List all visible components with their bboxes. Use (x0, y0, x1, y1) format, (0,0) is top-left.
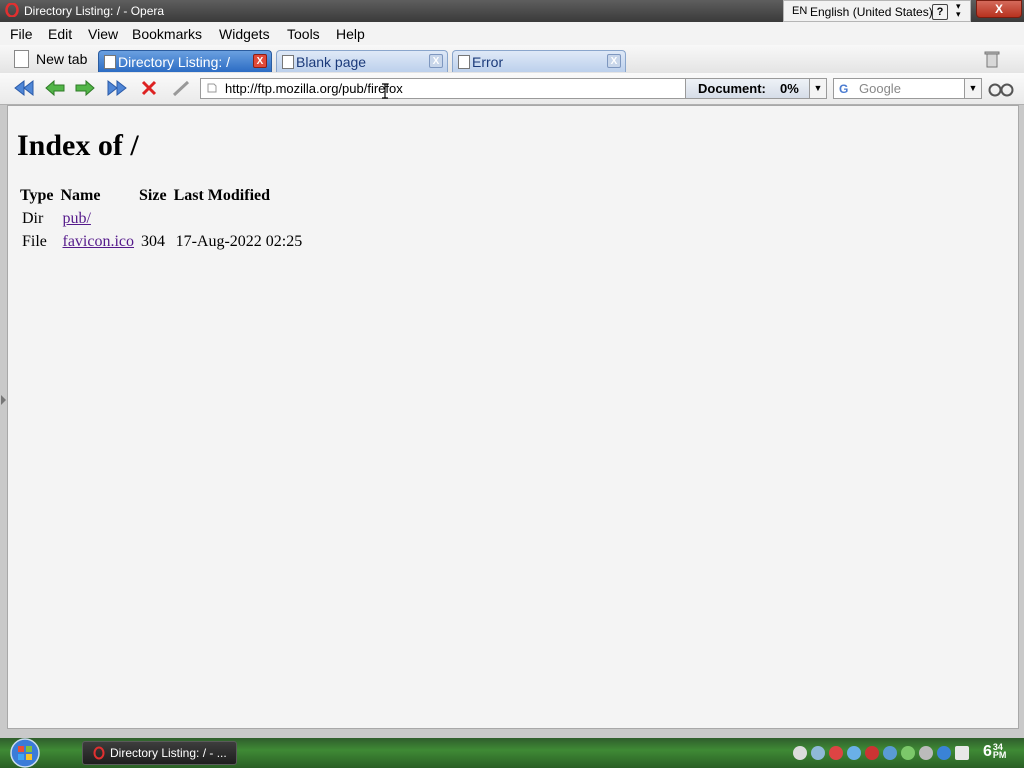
fast-forward-icon[interactable] (106, 78, 128, 98)
column-header-name: Name (60, 186, 101, 204)
page-icon (207, 83, 217, 93)
taskbar-item-label: Directory Listing: / - ... (110, 746, 227, 760)
language-code: EN (792, 5, 808, 17)
progress-dropdown-icon[interactable]: ▼ (809, 79, 826, 98)
menu-file[interactable]: File (10, 26, 33, 42)
row-name-link[interactable]: pub/ (62, 210, 90, 227)
tray-update-icon[interactable] (901, 746, 915, 760)
language-help-button[interactable]: ? (932, 4, 948, 20)
menu-tools[interactable]: Tools (287, 26, 320, 42)
new-tab-label: New tab (36, 51, 88, 67)
document-icon (282, 55, 294, 69)
tab-close-icon[interactable]: X (253, 54, 267, 68)
google-icon: G (839, 82, 849, 96)
search-placeholder: Google (859, 81, 901, 96)
column-header-last-modified: Last Modified (173, 186, 271, 204)
opera-logo-icon (5, 3, 19, 17)
search-field[interactable]: G Google ▼ (833, 78, 982, 99)
tray-network-icon[interactable] (847, 746, 861, 760)
tab-blank-page[interactable]: Blank page X (276, 50, 448, 72)
menu-widgets[interactable]: Widgets (219, 26, 270, 42)
tab-bar: New tab Directory Listing: / X Blank pag… (0, 45, 1024, 74)
tray-notification-icon[interactable] (955, 746, 969, 760)
tray-settings-icon[interactable] (811, 746, 825, 760)
row-modified: 17-Aug-2022 02:25 (175, 232, 303, 250)
row-modified (174, 207, 305, 230)
start-button[interactable] (3, 738, 47, 768)
menu-edit[interactable]: Edit (48, 26, 72, 42)
tray-app-icon[interactable] (793, 746, 807, 760)
taskbar-clock[interactable]: 634 PM (983, 743, 1006, 761)
trash-icon[interactable] (984, 50, 1000, 68)
title-bar: Directory Listing: / - Opera EN English … (0, 0, 1024, 22)
column-header-type: Type (20, 186, 54, 204)
table-row: File favicon.ico 304 17-Aug-2022 02:25 (20, 230, 304, 253)
new-page-icon (14, 50, 29, 68)
row-type: File (22, 232, 47, 250)
search-engine-dropdown-icon[interactable]: ▼ (964, 79, 981, 98)
forward-icon[interactable] (74, 78, 96, 98)
progress-value: 0% (780, 81, 799, 96)
tab-label: Error (472, 54, 504, 70)
clock-hour: 6 (983, 743, 992, 760)
table-header-row: Type Name Size Last Modified (20, 184, 304, 207)
document-progress: Document: 0% ▼ (685, 78, 827, 99)
address-url[interactable]: http://ftp.mozilla.org/pub/firefox (225, 81, 403, 96)
window-close-button[interactable]: X (976, 0, 1022, 18)
language-bar[interactable]: EN English (United States) ? ▾ ▾ (783, 0, 971, 22)
tab-close-icon[interactable]: X (607, 54, 621, 68)
text-cursor-icon (382, 83, 388, 99)
tab-close-icon[interactable]: X (429, 54, 443, 68)
tray-antivirus-icon[interactable] (865, 746, 879, 760)
row-type: Dir (22, 209, 44, 227)
row-size (139, 207, 171, 230)
progress-label: Document: (698, 81, 766, 96)
directory-listing-table: Type Name Size Last Modified Dir pub/ Fi… (17, 184, 307, 253)
tray-download-icon[interactable] (937, 746, 951, 760)
tab-error[interactable]: Error X (452, 50, 626, 72)
page-content: Index of / Type Name Size Last Modified … (7, 105, 1019, 729)
stop-icon[interactable] (138, 78, 160, 98)
panel-toggle-icon[interactable] (1, 395, 6, 405)
document-icon (104, 55, 116, 69)
glasses-icon[interactable] (988, 81, 1014, 97)
tray-display-icon[interactable] (919, 746, 933, 760)
row-size: 304 (141, 232, 166, 250)
address-bar[interactable]: http://ftp.mozilla.org/pub/firefox (200, 78, 686, 99)
tab-label: Directory Listing: / (118, 54, 231, 70)
back-icon[interactable] (44, 78, 66, 98)
menu-bar: File Edit View Bookmarks Widgets Tools H… (0, 22, 1024, 46)
clock-ampm: PM (992, 750, 1007, 760)
menu-view[interactable]: View (88, 26, 118, 42)
row-name-link[interactable]: favicon.ico (62, 233, 134, 250)
menu-help[interactable]: Help (336, 26, 365, 42)
page-title: Index of / (17, 129, 139, 162)
menu-bookmarks[interactable]: Bookmarks (132, 26, 202, 42)
table-row: Dir pub/ (20, 207, 304, 230)
document-icon (458, 55, 470, 69)
taskbar-opera-window[interactable]: Directory Listing: / - ... (82, 741, 237, 765)
tab-directory-listing[interactable]: Directory Listing: / X (98, 50, 272, 72)
tray-bluetooth-icon[interactable] (883, 746, 897, 760)
opera-logo-icon (93, 746, 105, 760)
tab-label: Blank page (296, 54, 367, 70)
edit-icon[interactable] (170, 78, 192, 98)
rewind-icon[interactable] (13, 78, 35, 98)
navigation-toolbar: http://ftp.mozilla.org/pub/firefox Docum… (0, 73, 1024, 105)
taskbar: Directory Listing: / - ... 634 PM (0, 738, 1024, 768)
language-name[interactable]: English (United States) (810, 5, 933, 19)
tray-security-icon[interactable] (829, 746, 843, 760)
window-title: Directory Listing: / - Opera (24, 4, 165, 18)
column-header-size: Size (139, 186, 167, 204)
language-options-icon[interactable]: ▾ ▾ (956, 2, 961, 19)
